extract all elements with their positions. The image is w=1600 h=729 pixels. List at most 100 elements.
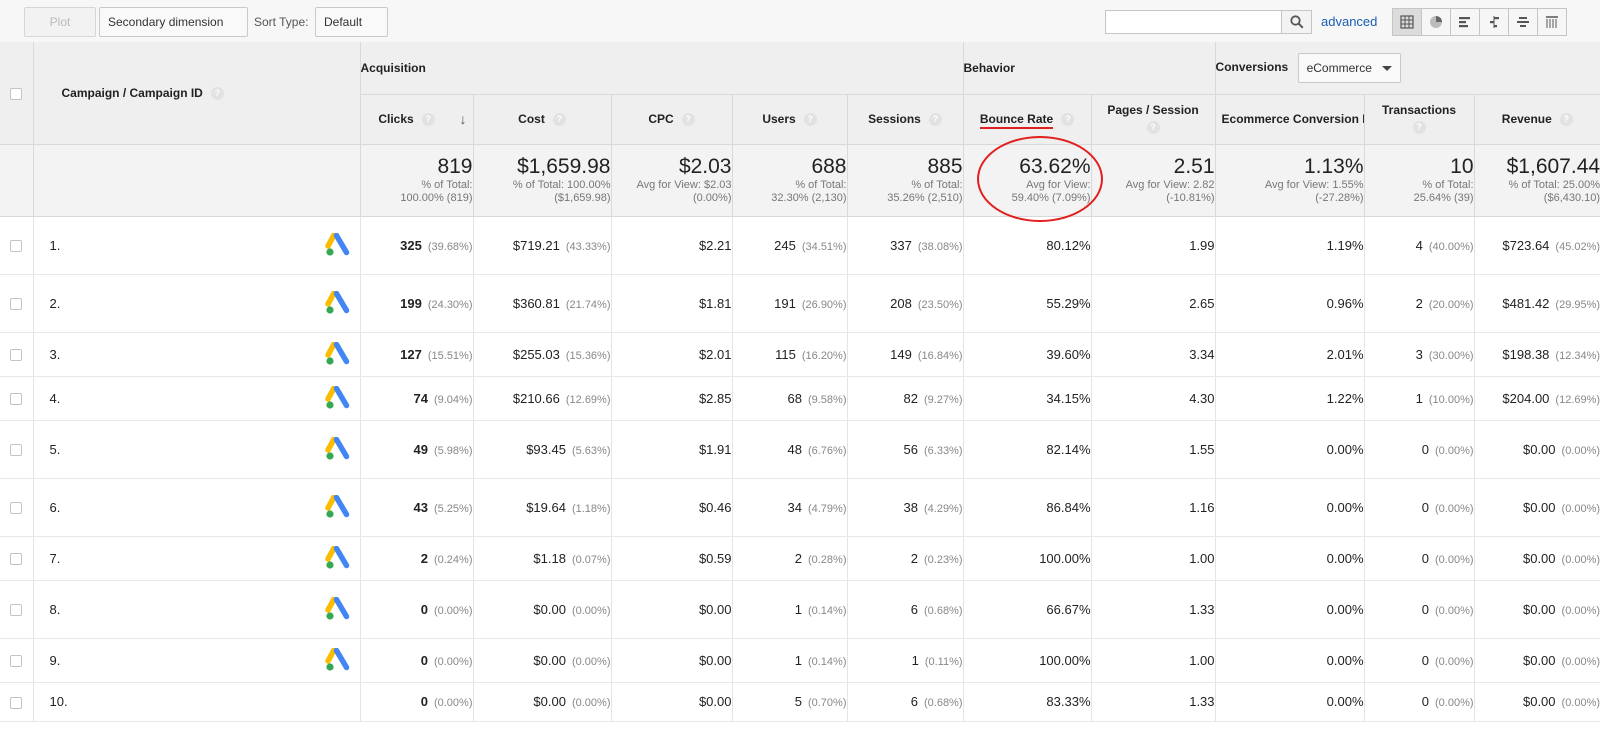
campaign-cell[interactable]: 10. — [32, 682, 360, 722]
table-row[interactable]: 6. 43 (5.25%) $19.64 (1.18%) $0.46 34 (4.79… — [0, 478, 1600, 537]
trans-pct-value: (40.00%) — [1428, 240, 1474, 253]
row-checkbox[interactable] — [10, 393, 23, 406]
campaign-cell[interactable]: 8. — [32, 580, 360, 639]
cost-cell: $210.66 (12.69%) — [472, 376, 611, 421]
bounce-rate-cell: 66.67% — [962, 580, 1092, 639]
pivot-view-button[interactable] — [1537, 8, 1567, 36]
select-all-cell — [0, 42, 33, 145]
table-row[interactable]: 10. 0 (0.00%) $0.00 (0.00%) $0.00 5 (0.70%)… — [0, 682, 1600, 722]
bounce-value: 55.29% — [1046, 295, 1091, 311]
help-icon[interactable]: ? — [803, 112, 817, 126]
campaign-cell[interactable]: 1. — [32, 216, 360, 275]
campaign-cell[interactable]: 2. — [32, 274, 360, 333]
help-icon[interactable]: ? — [1559, 112, 1573, 126]
table-row[interactable]: 9. 0 (0.00%) $0.00 (0.00%) $0.00 1 (0.14%) … — [0, 638, 1600, 683]
help-icon[interactable]: ? — [421, 112, 435, 126]
pages-value: 1.00 — [1189, 550, 1215, 566]
behavior-group-header: Behavior — [962, 42, 1216, 95]
column-header-cost[interactable]: Cost? — [472, 94, 611, 145]
table-view-button[interactable] — [1392, 8, 1422, 36]
table-row[interactable]: 1. 325 (39.68%) $719.21 (43.33%) $2.21 245… — [0, 216, 1600, 275]
campaign-cell[interactable]: 3. — [32, 332, 360, 377]
search-button[interactable] — [1282, 10, 1312, 34]
pages-value: 1.33 — [1189, 601, 1215, 617]
table-row[interactable]: 2. 199 (24.30%) $360.81 (21.74%) $1.81 191… — [0, 274, 1600, 333]
column-header-sessions[interactable]: Sessions? — [846, 94, 964, 145]
revenue-pct-value: (0.00%) — [1561, 604, 1600, 617]
users-cell: 1 (0.14%) — [731, 638, 847, 683]
pages-value: 1.33 — [1189, 694, 1215, 709]
column-header-ecommerce-rate[interactable]: Ecommerce Conversion Rate? — [1214, 94, 1365, 145]
column-header-clicks[interactable]: Clicks? ↓ — [359, 94, 473, 145]
table-row[interactable]: 8. 0 (0.00%) $0.00 (0.00%) $0.00 1 (0.14%) … — [0, 580, 1600, 639]
comparison-view-button[interactable] — [1479, 8, 1509, 36]
column-header-transactions[interactable]: Transactions? — [1363, 94, 1475, 145]
revenue-cell: $0.00 (0.00%) — [1473, 682, 1600, 722]
trans-value: 0 — [1421, 694, 1429, 709]
sessions-pct-value: (4.29%) — [923, 502, 963, 515]
campaign-cell[interactable]: 9. — [32, 638, 360, 683]
search-icon — [1289, 15, 1304, 29]
row-checkbox[interactable] — [10, 553, 23, 566]
term-cloud-view-button[interactable] — [1508, 8, 1538, 36]
column-header-bounce-rate[interactable]: Bounce Rate? — [962, 94, 1092, 145]
help-icon[interactable]: ? — [1061, 112, 1075, 126]
help-icon[interactable]: ? — [552, 112, 566, 126]
advanced-filter-link[interactable]: advanced — [1321, 12, 1377, 32]
sessions-cell: 56 (6.33%) — [846, 420, 964, 479]
row-checkbox[interactable] — [10, 655, 23, 668]
table-search-input[interactable] — [1105, 10, 1282, 34]
column-header-cpc[interactable]: CPC? — [610, 94, 732, 145]
cost-cell: $19.64 (1.18%) — [472, 478, 611, 537]
pie-view-button[interactable] — [1421, 8, 1451, 36]
help-icon[interactable]: ? — [1146, 121, 1160, 135]
campaign-cell[interactable]: 6. — [32, 478, 360, 537]
campaign-cell[interactable]: 4. — [32, 376, 360, 421]
ecom-value: 0.00% — [1326, 652, 1364, 668]
row-checkbox[interactable] — [10, 444, 23, 457]
sort-type-dropdown[interactable]: Default — [315, 7, 388, 54]
secondary-dimension-dropdown[interactable]: Secondary dimension — [99, 7, 248, 54]
table-row[interactable]: 7. 2 (0.24%) $1.18 (0.07%) $0.59 2 (0.28%) … — [0, 536, 1600, 581]
total-bounce-rate: 63.62% Avg for View: 59.40% (7.09%) — [962, 144, 1092, 217]
row-checkbox[interactable] — [10, 604, 23, 617]
column-header-revenue[interactable]: Revenue? — [1473, 94, 1600, 145]
column-header-pages-session[interactable]: Pages / Session? — [1090, 94, 1216, 145]
help-icon[interactable]: ? — [928, 112, 942, 126]
row-select-cell — [0, 478, 33, 537]
ecom-value: 2.01% — [1326, 346, 1364, 362]
pages-session-cell: 1.00 — [1090, 638, 1216, 683]
table-row[interactable]: 4. 74 (9.04%) $210.66 (12.69%) $2.85 68 (9.… — [0, 376, 1600, 421]
help-icon[interactable]: ? — [1412, 121, 1426, 135]
row-checkbox[interactable] — [10, 696, 23, 709]
cpc-value: $0.00 — [698, 694, 732, 709]
google-ads-icon — [324, 597, 349, 620]
cpc-cell: $0.00 — [610, 638, 732, 683]
row-select-cell — [0, 638, 33, 683]
users-pct-value: (34.51%) — [801, 240, 847, 253]
row-checkbox[interactable] — [10, 349, 23, 362]
google-ads-icon — [324, 648, 349, 671]
table-row[interactable]: 3. 127 (15.51%) $255.03 (15.36%) $2.01 115… — [0, 332, 1600, 377]
performance-view-icon — [1459, 17, 1470, 28]
select-all-checkbox[interactable] — [10, 87, 23, 100]
row-checkbox[interactable] — [10, 240, 23, 253]
clicks-cell: 199 (24.30%) — [359, 274, 473, 333]
table-row[interactable]: 5. 49 (5.98%) $93.45 (5.63%) $1.91 48 (6.76… — [0, 420, 1600, 479]
trans-pct-value: (0.00%) — [1435, 502, 1474, 515]
cost-value: $0.00 — [533, 694, 566, 709]
plot-rows-button[interactable]: Plot Rows — [24, 7, 96, 57]
bounce-value: 82.14% — [1046, 441, 1091, 457]
row-checkbox[interactable] — [10, 502, 23, 515]
conversions-goal-dropdown[interactable]: eCommerce — [1297, 52, 1401, 83]
column-header-users[interactable]: Users? — [731, 94, 847, 145]
dimension-header[interactable]: Campaign / Campaign ID? — [32, 42, 360, 145]
performance-view-button[interactable] — [1450, 8, 1480, 36]
sort-descending-icon[interactable]: ↓ — [460, 111, 467, 128]
help-icon[interactable]: ? — [210, 86, 224, 100]
campaign-cell[interactable]: 7. — [32, 536, 360, 581]
help-icon[interactable]: ? — [681, 112, 695, 126]
campaign-cell[interactable]: 5. — [32, 420, 360, 479]
row-checkbox[interactable] — [10, 298, 23, 311]
trans-pct-value: (0.00%) — [1435, 553, 1474, 566]
